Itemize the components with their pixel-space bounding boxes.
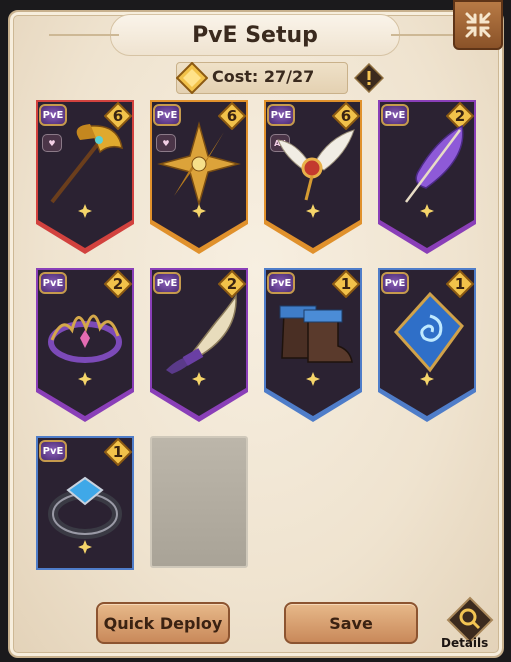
star-icon bbox=[306, 372, 320, 386]
close-button[interactable] bbox=[453, 0, 503, 50]
item-card-thorn-crown[interactable]: PvE 2 bbox=[36, 268, 134, 424]
spiral-talisman-icon bbox=[393, 291, 464, 373]
star-icon bbox=[192, 372, 206, 386]
title-plate: PvE Setup bbox=[49, 14, 461, 56]
collapse-arrows-icon bbox=[465, 12, 491, 38]
item-card-curved-fang[interactable]: PvE 2 bbox=[150, 268, 248, 424]
item-card-leather-boots[interactable]: PvE 1 bbox=[264, 268, 362, 424]
curved-fang-icon bbox=[166, 293, 237, 374]
golden-shuriken-icon bbox=[157, 121, 241, 207]
cost-value: 27/27 bbox=[263, 67, 315, 86]
quick-deploy-button[interactable]: Quick Deploy bbox=[96, 602, 230, 644]
thorn-crown-icon bbox=[48, 314, 122, 363]
item-card-spiral-talisman[interactable]: PvE 1 bbox=[378, 268, 476, 424]
details-label[interactable]: Details bbox=[441, 636, 488, 650]
star-icon bbox=[78, 540, 92, 554]
star-icon bbox=[78, 372, 92, 386]
winged-emblem-icon bbox=[277, 129, 355, 201]
leather-boots-icon bbox=[279, 305, 353, 363]
item-card-purple-feather[interactable]: PvE 2 bbox=[378, 100, 476, 256]
item-card-golden-axe[interactable]: PvE 6 ♥ bbox=[36, 100, 134, 256]
item-card-winged-emblem[interactable]: PvE 6 All bbox=[264, 100, 362, 256]
cost-display: Cost: 27/27 bbox=[212, 67, 314, 86]
star-icon bbox=[420, 372, 434, 386]
star-icon bbox=[78, 204, 92, 218]
star-icon bbox=[420, 204, 434, 218]
item-card-golden-shuriken[interactable]: PvE 6 ♥ bbox=[150, 100, 248, 256]
golden-axe-icon bbox=[50, 124, 123, 204]
cost-label: Cost: bbox=[212, 67, 259, 86]
empty-card-slot[interactable] bbox=[150, 436, 248, 568]
cost-gem-icon bbox=[176, 62, 208, 94]
item-card-blue-gem-ring[interactable]: PvE 1 bbox=[36, 436, 134, 570]
star-icon bbox=[306, 204, 320, 218]
page-title: PvE Setup bbox=[192, 22, 318, 48]
purple-feather-icon bbox=[405, 124, 464, 203]
star-icon bbox=[192, 204, 206, 218]
alert-icon[interactable] bbox=[354, 63, 384, 93]
blue-gem-ring-icon bbox=[48, 476, 122, 539]
save-button[interactable]: Save bbox=[284, 602, 418, 644]
